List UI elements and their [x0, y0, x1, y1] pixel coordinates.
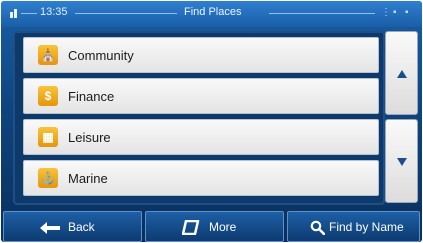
list-item-community[interactable]: ⛪ Community	[23, 37, 379, 73]
back-label: Back	[68, 220, 95, 234]
scroll-up-icon	[397, 70, 407, 78]
list-item-label: Marine	[68, 171, 108, 186]
status-divider	[75, 13, 177, 14]
status-time: 13:35	[40, 6, 68, 18]
community-icon: ⛪	[38, 45, 58, 65]
page-title: Find Places	[184, 6, 242, 18]
find-places-screen: 13:35 Find Places ⋮ ▪ ▪ ⛪ Community $ Fi…	[1, 1, 422, 242]
leisure-icon: ▦	[38, 127, 58, 147]
more-icon	[182, 220, 200, 235]
status-divider	[269, 13, 375, 14]
signal-icon: ⋮	[381, 7, 391, 18]
more-label: More	[209, 220, 237, 234]
more-button[interactable]: More	[145, 211, 284, 242]
list-item-label: Community	[68, 48, 134, 63]
status-more-icon: ▪	[405, 7, 409, 18]
list-item-marine[interactable]: ⚓ Marine	[23, 160, 379, 196]
category-list: ⛪ Community $ Finance ▦ Leisure ⚓ Marine	[13, 31, 385, 205]
marine-icon: ⚓	[38, 168, 58, 188]
status-bar: 13:35 Find Places ⋮ ▪ ▪	[1, 1, 422, 27]
scroll-up-button[interactable]	[385, 31, 418, 115]
scroll-down-icon	[397, 158, 407, 166]
list-item-label: Finance	[68, 89, 115, 104]
status-divider	[21, 13, 37, 14]
finance-icon: $	[38, 86, 58, 106]
list-item-label: Leisure	[68, 130, 111, 145]
scroll-down-button[interactable]	[385, 119, 418, 203]
find-by-name-label: Find by Name	[329, 220, 404, 234]
find-by-name-button[interactable]: Find by Name	[287, 211, 420, 242]
battery-icon: ▪	[393, 7, 397, 18]
back-arrow-icon	[40, 222, 60, 234]
back-button[interactable]: Back	[3, 211, 142, 242]
list-item-finance[interactable]: $ Finance	[23, 78, 379, 114]
gps-icon	[10, 9, 17, 18]
list-item-leisure[interactable]: ▦ Leisure	[23, 119, 379, 155]
search-icon	[310, 220, 325, 235]
